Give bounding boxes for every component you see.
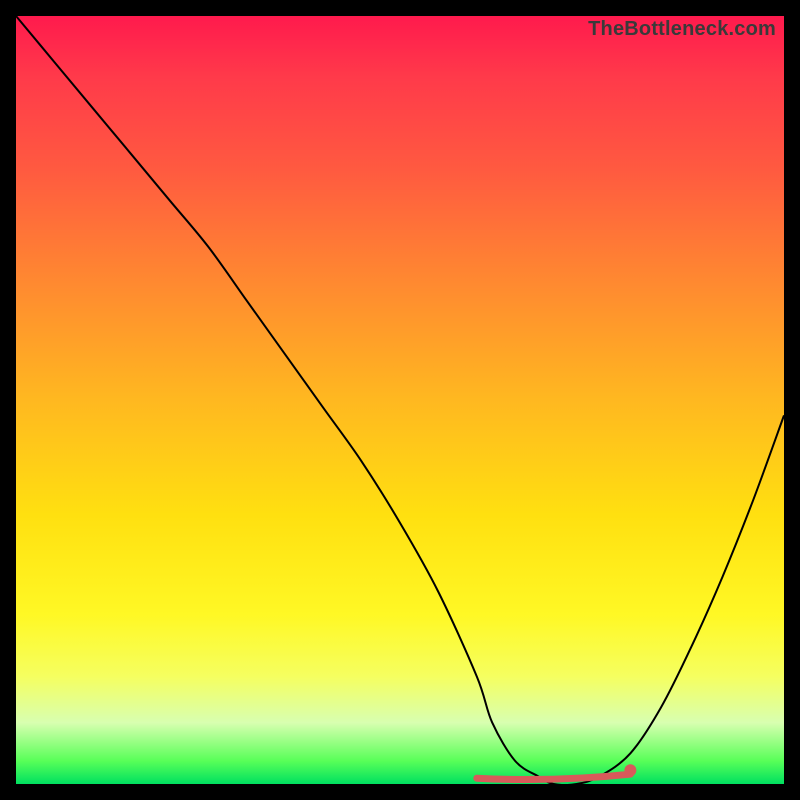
- trough-highlight: [477, 774, 631, 779]
- trough-end-dot: [624, 764, 636, 776]
- plot-area: TheBottleneck.com: [16, 16, 784, 784]
- bottleneck-curve: [16, 16, 784, 784]
- curve-svg: [16, 16, 784, 784]
- chart-frame: TheBottleneck.com: [0, 0, 800, 800]
